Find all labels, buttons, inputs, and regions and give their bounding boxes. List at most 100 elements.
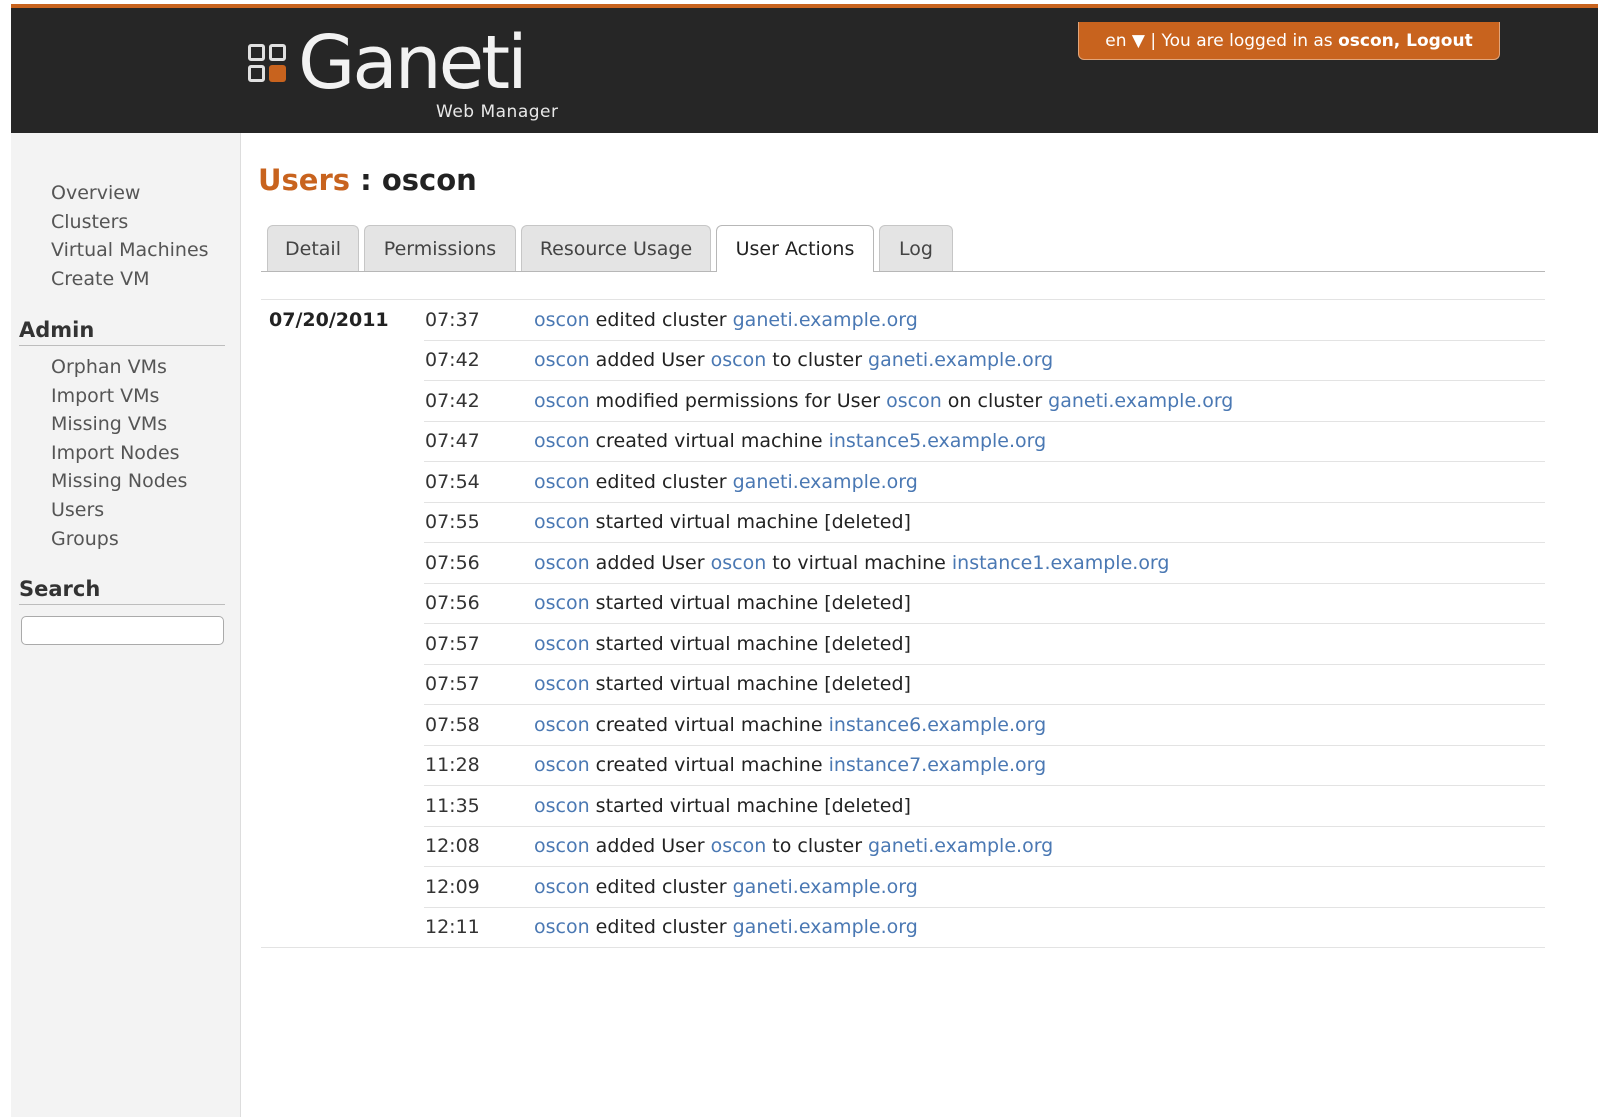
log-link[interactable]: instance7.example.org — [829, 754, 1047, 776]
main-nav: Overview Clusters Virtual Machines Creat… — [51, 179, 209, 293]
nav-import-vms[interactable]: Import VMs — [51, 382, 187, 411]
log-link[interactable]: oscon — [711, 835, 767, 857]
log-link[interactable]: oscon — [886, 390, 942, 412]
log-date-cell — [261, 624, 424, 665]
log-link[interactable]: oscon — [534, 592, 590, 614]
log-message: oscon added User oscon to virtual machin… — [534, 542, 1545, 584]
log-row: 07:54 oscon edited cluster ganeti.example… — [261, 461, 1545, 503]
log-message: oscon edited cluster ganeti.example.org — [534, 866, 1545, 908]
logged-in-text: | You are logged in as — [1144, 31, 1339, 51]
log-text: created virtual machine — [589, 713, 829, 736]
log-link[interactable]: oscon — [534, 309, 590, 331]
log-link[interactable]: instance1.example.org — [952, 552, 1170, 574]
log-text: started virtual machine [deleted] — [589, 592, 911, 615]
tab-detail[interactable]: Detail — [267, 225, 359, 271]
log-link[interactable]: oscon — [711, 349, 767, 371]
log-link[interactable]: oscon — [534, 754, 590, 776]
nav-users[interactable]: Users — [51, 496, 187, 525]
log-link[interactable]: instance6.example.org — [829, 714, 1047, 736]
log-date-cell — [261, 502, 424, 543]
log-time: 07:55 — [424, 502, 534, 543]
log-message: oscon edited cluster ganeti.example.org — [534, 299, 1545, 341]
log-link[interactable]: ganeti.example.org — [1048, 390, 1233, 412]
nav-groups[interactable]: Groups — [51, 525, 187, 554]
nav-missing-vms[interactable]: Missing VMs — [51, 410, 187, 439]
top-header: Ganeti Web Manager en ▼ | You are logged… — [11, 4, 1598, 133]
log-row: 07:55 oscon started virtual machine [dele… — [261, 502, 1545, 543]
log-link[interactable]: oscon — [534, 916, 590, 938]
log-date-cell — [261, 907, 424, 948]
log-time: 07:56 — [424, 583, 534, 624]
log-link[interactable]: oscon — [534, 471, 590, 493]
log-message: oscon started virtual machine [deleted] — [534, 785, 1545, 827]
tab-resource-usage[interactable]: Resource Usage — [521, 225, 711, 271]
log-link[interactable]: ganeti.example.org — [868, 349, 1053, 371]
admin-heading: Admin — [19, 318, 225, 346]
log-link[interactable]: ganeti.example.org — [733, 309, 918, 331]
log-row: 07/20/2011 07:37 oscon edited cluster gane… — [261, 299, 1545, 341]
tab-user-actions[interactable]: User Actions — [716, 225, 874, 272]
language-selector[interactable]: en ▼ — [1105, 31, 1145, 51]
nav-virtual-machines[interactable]: Virtual Machines — [51, 236, 209, 265]
tab-bar: Detail Permissions Resource Usage User A… — [261, 225, 1545, 272]
log-link[interactable]: oscon — [534, 795, 590, 817]
nav-import-nodes[interactable]: Import Nodes — [51, 439, 187, 468]
log-link[interactable]: oscon — [534, 430, 590, 452]
sidebar: Overview Clusters Virtual Machines Creat… — [11, 133, 241, 1117]
log-link[interactable]: oscon — [534, 673, 590, 695]
tab-permissions[interactable]: Permissions — [364, 225, 516, 271]
logo-squares-icon — [248, 44, 292, 88]
log-time: 07:47 — [424, 421, 534, 462]
search-input[interactable] — [21, 616, 224, 645]
logout-link[interactable]: Logout — [1406, 31, 1473, 51]
log-text: started virtual machine [deleted] — [589, 511, 911, 534]
title-separator: : — [350, 163, 382, 197]
log-date-cell — [261, 543, 424, 584]
nav-orphan-vms[interactable]: Orphan VMs — [51, 353, 187, 382]
nav-missing-nodes[interactable]: Missing Nodes — [51, 467, 187, 496]
log-row: 11:28 oscon created virtual machine insta… — [261, 745, 1545, 786]
logo-subtitle: Web Manager — [436, 102, 559, 122]
log-date-cell: 07/20/2011 — [269, 309, 389, 331]
log-link[interactable]: oscon — [534, 349, 590, 371]
tab-log[interactable]: Log — [879, 225, 953, 271]
log-link[interactable]: ganeti.example.org — [733, 876, 918, 898]
log-text: added User — [589, 551, 711, 574]
log-link[interactable]: oscon — [534, 633, 590, 655]
log-link[interactable]: oscon — [534, 835, 590, 857]
log-time: 07:57 — [424, 623, 534, 665]
log-link[interactable]: ganeti.example.org — [733, 471, 918, 493]
log-text: to cluster — [766, 349, 869, 372]
nav-create-vm[interactable]: Create VM — [51, 265, 209, 294]
log-link[interactable]: ganeti.example.org — [733, 916, 918, 938]
log-link[interactable]: instance5.example.org — [829, 430, 1047, 452]
log-message: oscon started virtual machine [deleted] — [534, 664, 1545, 705]
log-time: 07:37 — [424, 299, 534, 341]
log-link[interactable]: oscon — [534, 511, 590, 533]
log-link[interactable]: oscon — [534, 552, 590, 574]
log-text: created virtual machine — [589, 754, 829, 777]
nav-clusters[interactable]: Clusters — [51, 208, 209, 237]
log-message: oscon modified permissions for User osco… — [534, 380, 1545, 422]
log-row: 12:11 oscon edited cluster ganeti.example… — [261, 907, 1545, 948]
ganeti-logo[interactable]: Ganeti Web Manager — [248, 26, 578, 130]
log-link[interactable]: oscon — [534, 390, 590, 412]
breadcrumb-users-link[interactable]: Users — [258, 163, 350, 197]
log-message: oscon started virtual machine [deleted] — [534, 502, 1545, 543]
nav-overview[interactable]: Overview — [51, 179, 209, 208]
log-text: edited cluster — [589, 916, 733, 939]
log-link[interactable]: oscon — [534, 876, 590, 898]
log-link[interactable]: oscon — [534, 714, 590, 736]
user-actions-log: 07/20/2011 07:37 oscon edited cluster gane… — [261, 299, 1545, 948]
log-message: oscon edited cluster ganeti.example.org — [534, 461, 1545, 503]
log-time: 12:11 — [424, 907, 534, 948]
log-time: 11:28 — [424, 745, 534, 786]
log-text: added User — [589, 835, 711, 858]
log-time: 07:42 — [424, 380, 534, 422]
search-heading: Search — [19, 577, 225, 605]
log-link[interactable]: oscon — [711, 552, 767, 574]
log-row: 12:09 oscon edited cluster ganeti.example… — [261, 866, 1545, 908]
log-link[interactable]: ganeti.example.org — [868, 835, 1053, 857]
log-date-cell — [261, 867, 424, 908]
log-date-cell — [261, 421, 424, 462]
